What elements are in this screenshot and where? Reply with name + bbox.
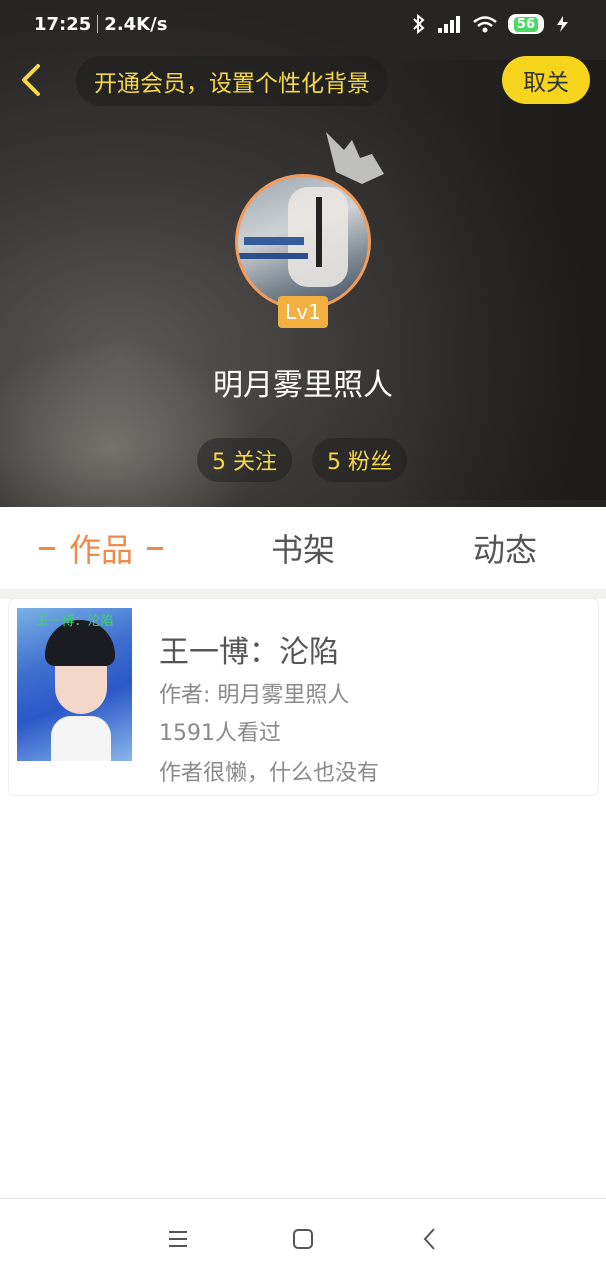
- section-divider: [0, 589, 606, 599]
- back-arrow-icon[interactable]: [14, 60, 54, 100]
- tab-active-dash-left: [38, 546, 55, 550]
- avatar-strap: [316, 197, 322, 267]
- level-badge: Lv1: [278, 296, 328, 328]
- status-separator: [97, 15, 99, 33]
- work-cover-image[interactable]: 王一博：沦陷: [17, 608, 132, 761]
- fans-count[interactable]: 5 粉丝: [312, 438, 407, 482]
- work-views: 1591人看过: [159, 721, 281, 746]
- profile-tabs: 作品 书架 动态: [0, 507, 606, 589]
- status-time: 17:25: [34, 13, 92, 35]
- profile-header: 17:25 2.4K/s 56 开通会员，设置个性化背景 取关 Lv1 明月雾里…: [0, 0, 606, 507]
- system-nav-bar: [0, 1198, 606, 1280]
- tab-bookshelf-label: 书架: [270, 531, 335, 569]
- tab-active-dash-right: [147, 546, 163, 550]
- avatar-bg-stripe: [244, 237, 304, 245]
- work-title[interactable]: 王一博：沦陷: [159, 627, 339, 671]
- status-icons: 56: [412, 14, 572, 34]
- signal-icon: [437, 16, 460, 33]
- tab-activity-label: 动态: [472, 531, 537, 569]
- status-bar: 17:25 2.4K/s 56: [0, 0, 606, 48]
- charging-icon: [557, 16, 568, 32]
- network-speed: 2.4K/s: [104, 13, 168, 35]
- work-author: 作者: 明月雾里照人: [159, 683, 350, 708]
- work-list-item[interactable]: 王一博：沦陷 王一博：沦陷 作者: 明月雾里照人 1591人看过 作者很懒，什么…: [9, 599, 598, 795]
- tab-bookshelf[interactable]: 书架: [202, 507, 404, 589]
- nav-back-icon[interactable]: [416, 1225, 444, 1253]
- vip-promo-banner[interactable]: 开通会员，设置个性化背景: [76, 56, 388, 106]
- avatar[interactable]: [235, 174, 371, 310]
- menu-icon[interactable]: [164, 1225, 192, 1253]
- work-description: 作者很懒，什么也没有: [159, 761, 380, 786]
- home-icon[interactable]: [289, 1225, 317, 1253]
- bluetooth-icon: [413, 14, 425, 34]
- unfollow-button[interactable]: 取关: [502, 56, 590, 104]
- wifi-icon: [473, 16, 497, 33]
- battery-level: 56: [513, 16, 538, 32]
- cover-shirt: [51, 716, 111, 761]
- tab-works-label: 作品: [68, 531, 133, 569]
- cover-caption: 王一博：沦陷: [35, 614, 114, 629]
- username: 明月雾里照人: [213, 368, 393, 403]
- tab-works[interactable]: 作品: [0, 507, 202, 589]
- crown-icon: [326, 132, 384, 184]
- tab-activity[interactable]: 动态: [404, 507, 606, 589]
- following-count[interactable]: 5 关注: [197, 438, 292, 482]
- profile-page: 17:25 2.4K/s 56 开通会员，设置个性化背景 取关 Lv1 明月雾里…: [0, 0, 606, 1280]
- battery-indicator: 56: [507, 14, 544, 34]
- avatar-bg-stripe-2: [238, 253, 308, 259]
